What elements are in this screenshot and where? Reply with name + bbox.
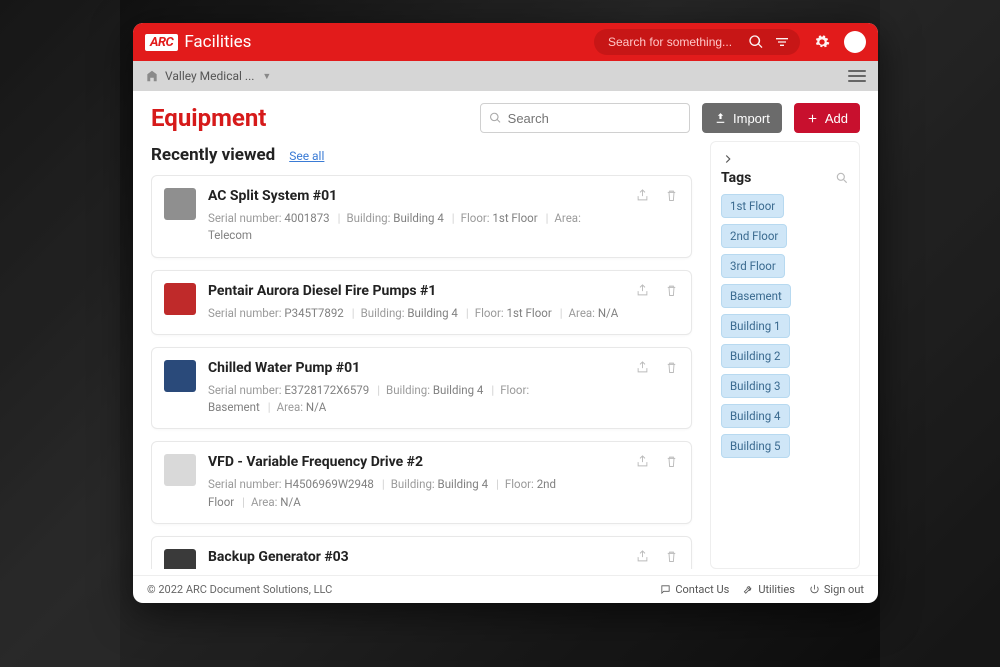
- section-title: Recently viewed: [151, 145, 275, 165]
- contact-link[interactable]: Contact Us: [660, 583, 729, 596]
- tag-chip[interactable]: 3rd Floor: [721, 254, 785, 278]
- equipment-card[interactable]: VFD - Variable Frequency Drive #2 Serial …: [151, 441, 692, 524]
- equipment-meta: Serial number: P345T7892|Building: Build…: [208, 305, 623, 322]
- equipment-title: Chilled Water Pump #01: [208, 360, 623, 376]
- filter-icon[interactable]: [774, 34, 790, 50]
- utilities-link[interactable]: Utilities: [743, 583, 795, 596]
- import-button[interactable]: Import: [702, 103, 782, 133]
- settings-gear-icon[interactable]: [814, 34, 830, 50]
- equipment-meta: Serial number: E3728172X6579|Building: B…: [208, 382, 623, 417]
- brand-badge: ARC: [145, 34, 178, 51]
- trash-icon[interactable]: [664, 549, 679, 564]
- tags-title: Tags: [721, 170, 751, 186]
- context-bar: Valley Medical ... ▼: [133, 61, 878, 91]
- trash-icon[interactable]: [664, 360, 679, 375]
- equipment-thumbnail: [164, 283, 196, 315]
- chevron-right-icon[interactable]: [721, 152, 735, 166]
- add-label: Add: [825, 111, 848, 126]
- equipment-title: VFD - Variable Frequency Drive #2: [208, 454, 623, 470]
- org-selector[interactable]: Valley Medical ... ▼: [145, 69, 271, 83]
- org-name: Valley Medical ...: [165, 69, 254, 83]
- search-icon[interactable]: [748, 34, 764, 50]
- signout-link[interactable]: Sign out: [809, 583, 864, 596]
- import-icon: [714, 112, 727, 125]
- brand-logo[interactable]: ARC Facilities: [145, 32, 251, 52]
- power-icon: [809, 584, 820, 595]
- tag-chip[interactable]: Basement: [721, 284, 791, 308]
- share-icon[interactable]: [635, 549, 650, 564]
- building-icon: [145, 69, 159, 83]
- share-icon[interactable]: [635, 283, 650, 298]
- equipment-card[interactable]: AC Split System #01 Serial number: 400187…: [151, 175, 692, 258]
- tag-list: 1st Floor 2nd Floor 3rd Floor Basement Build…: [721, 194, 849, 458]
- equipment-card[interactable]: Backup Generator #03: [151, 536, 692, 569]
- page-search-input[interactable]: [508, 111, 681, 126]
- share-icon[interactable]: [635, 188, 650, 203]
- wrench-icon: [743, 584, 754, 595]
- search-icon[interactable]: [835, 171, 849, 185]
- chat-icon: [660, 584, 671, 595]
- trash-icon[interactable]: [664, 454, 679, 469]
- tags-panel: Tags 1st Floor 2nd Floor 3rd Floor Basement…: [710, 141, 860, 569]
- tag-chip[interactable]: Building 5: [721, 434, 790, 458]
- equipment-title: Backup Generator #03: [208, 549, 623, 565]
- equipment-thumbnail: [164, 360, 196, 392]
- app-window: ARC Facilities Valley Medical ... ▼ Equi…: [133, 23, 878, 603]
- equipment-list[interactable]: AC Split System #01 Serial number: 400187…: [151, 175, 696, 569]
- trash-icon[interactable]: [664, 188, 679, 203]
- equipment-thumbnail: [164, 549, 196, 569]
- menu-button[interactable]: [848, 67, 866, 85]
- page-title: Equipment: [151, 104, 266, 132]
- plus-icon: [806, 112, 819, 125]
- equipment-meta: Serial number: H4506969W2948|Building: B…: [208, 476, 623, 511]
- equipment-title: Pentair Aurora Diesel Fire Pumps #1: [208, 283, 623, 299]
- equipment-card[interactable]: Chilled Water Pump #01 Serial number: E37…: [151, 347, 692, 430]
- tag-chip[interactable]: 2nd Floor: [721, 224, 787, 248]
- tag-chip[interactable]: Building 2: [721, 344, 790, 368]
- equipment-meta: Serial number: 4001873|Building: Buildin…: [208, 210, 623, 245]
- equipment-thumbnail: [164, 454, 196, 486]
- global-search[interactable]: [594, 29, 800, 55]
- user-avatar[interactable]: [844, 31, 866, 53]
- copyright: © 2022 ARC Document Solutions, LLC: [147, 583, 332, 596]
- global-search-input[interactable]: [608, 35, 738, 49]
- footer: © 2022 ARC Document Solutions, LLC Conta…: [133, 575, 878, 603]
- import-label: Import: [733, 111, 770, 126]
- add-button[interactable]: Add: [794, 103, 860, 133]
- equipment-card[interactable]: Pentair Aurora Diesel Fire Pumps #1 Seria…: [151, 270, 692, 335]
- main-column: Recently viewed See all AC Split System …: [151, 141, 696, 569]
- brand-name: Facilities: [184, 32, 251, 52]
- trash-icon[interactable]: [664, 283, 679, 298]
- tag-chip[interactable]: 1st Floor: [721, 194, 784, 218]
- see-all-link[interactable]: See all: [289, 149, 324, 163]
- equipment-title: AC Split System #01: [208, 188, 623, 204]
- share-icon[interactable]: [635, 360, 650, 375]
- equipment-thumbnail: [164, 188, 196, 220]
- search-icon: [489, 111, 502, 125]
- app-header: ARC Facilities: [133, 23, 878, 61]
- tag-chip[interactable]: Building 3: [721, 374, 790, 398]
- page-search[interactable]: [480, 103, 690, 133]
- chevron-down-icon: ▼: [262, 71, 271, 82]
- title-bar: Equipment Import Add: [133, 91, 878, 141]
- tag-chip[interactable]: Building 1: [721, 314, 790, 338]
- share-icon[interactable]: [635, 454, 650, 469]
- tag-chip[interactable]: Building 4: [721, 404, 790, 428]
